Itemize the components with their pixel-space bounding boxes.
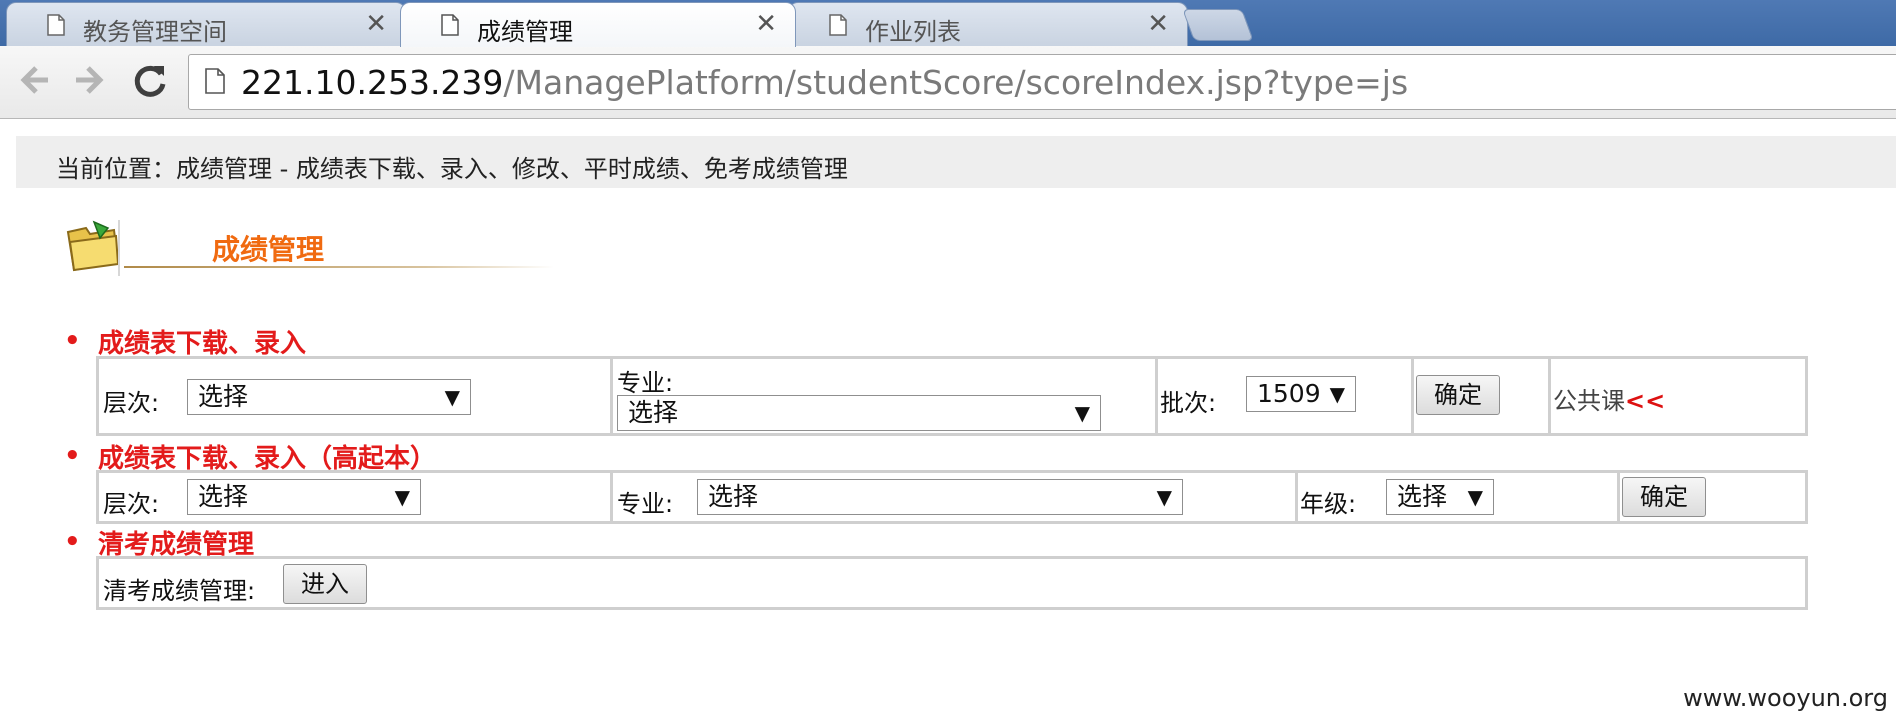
qingkao-form-table: 清考成绩管理: 进入 xyxy=(96,556,1808,610)
major-cell: 专业: 选择 ▼ xyxy=(613,473,1298,521)
close-icon[interactable]: ✕ xyxy=(755,11,777,37)
url-host: 221.10.253.239 xyxy=(241,63,504,102)
title-underline xyxy=(124,266,554,268)
close-icon[interactable]: ✕ xyxy=(1147,11,1169,37)
batch-select[interactable]: 1509 ▼ xyxy=(1246,376,1356,412)
major-select[interactable]: 选择 ▼ xyxy=(697,479,1183,515)
level-label: 层次: xyxy=(103,389,160,417)
major-select-value: 选择 xyxy=(628,398,679,427)
bullet: • xyxy=(64,441,81,471)
tab-label: 教务管理空间 xyxy=(83,18,227,46)
dropdown-arrow-icon: ▼ xyxy=(1156,485,1172,509)
public-course-label: 公共课 xyxy=(1553,387,1625,415)
major-cell: 专业: 选择 ▼ xyxy=(613,359,1158,433)
browser-tab-strip: 教务管理空间 ✕ 作业列表 ✕ 成绩管理 ✕ xyxy=(0,0,1896,47)
grade-select[interactable]: 选择 ▼ xyxy=(1386,479,1494,515)
enter-button[interactable]: 进入 xyxy=(283,564,367,604)
bullet: • xyxy=(64,326,81,356)
level-cell: 层次: 选择 ▼ xyxy=(99,473,613,521)
level-select-value: 选择 xyxy=(198,482,249,511)
page-title: 成绩管理 xyxy=(212,233,325,266)
breadcrumb-bar: 当前位置：成绩管理 - 成绩表下载、录入、修改、平时成绩、免考成绩管理 xyxy=(16,136,1896,188)
grade-select-value: 选择 xyxy=(1397,482,1448,511)
folder-icon xyxy=(66,220,120,272)
level-cell: 层次: 选择 ▼ xyxy=(99,359,613,433)
double-chevron-icon: << xyxy=(1625,387,1666,415)
tab-zuoye[interactable]: 作业列表 ✕ xyxy=(788,2,1188,46)
confirm-cell: 确定 xyxy=(1620,473,1805,521)
reload-icon[interactable] xyxy=(130,60,170,100)
tab-jiaowu[interactable]: 教务管理空间 ✕ xyxy=(6,2,406,46)
title-divider xyxy=(118,220,120,276)
bullet: • xyxy=(64,527,81,557)
tab-label: 作业列表 xyxy=(865,18,961,46)
tab-chengji[interactable]: 成绩管理 ✕ xyxy=(400,2,796,47)
public-course-link[interactable]: 公共课<< xyxy=(1553,381,1665,416)
dropdown-arrow-icon: ▼ xyxy=(1467,485,1483,509)
qingkao-label: 清考成绩管理: xyxy=(103,577,256,605)
download-gaoqiben-form-table: 层次: 选择 ▼ 专业: 选择 ▼ 年级: 选择 ▼ 确定 xyxy=(96,470,1808,524)
grade-cell: 年级: 选择 ▼ xyxy=(1298,473,1620,521)
confirm-cell: 确定 xyxy=(1414,359,1551,433)
public-course-cell: 公共课<< xyxy=(1551,359,1805,433)
document-icon xyxy=(829,14,847,36)
browser-toolbar: 221.10.253.239/ManagePlatform/studentSco… xyxy=(0,46,1896,119)
level-select-value: 选择 xyxy=(198,382,249,411)
dropdown-arrow-icon: ▼ xyxy=(444,385,460,409)
url-text: 221.10.253.239/ManagePlatform/studentSco… xyxy=(241,63,1408,102)
major-label: 专业: xyxy=(617,490,674,518)
batch-select-value: 1509 xyxy=(1257,379,1321,408)
dropdown-arrow-icon: ▼ xyxy=(394,485,410,509)
dropdown-arrow-icon: ▼ xyxy=(1074,401,1090,425)
level-label: 层次: xyxy=(103,490,160,518)
batch-label: 批次: xyxy=(1160,389,1217,417)
document-icon xyxy=(47,14,65,36)
watermark: www.wooyun.org xyxy=(1683,684,1888,712)
url-path: /ManagePlatform/studentScore/scoreIndex.… xyxy=(503,63,1409,102)
download-form-table: 层次: 选择 ▼ 专业: 选择 ▼ 批次: 1509 ▼ 确定 公共课<< xyxy=(96,356,1808,436)
major-select-value: 选择 xyxy=(708,482,759,511)
address-bar[interactable]: 221.10.253.239/ManagePlatform/studentSco… xyxy=(188,54,1896,110)
major-label: 专业: xyxy=(617,369,674,397)
document-icon xyxy=(441,14,459,36)
new-tab-button[interactable] xyxy=(1182,9,1254,41)
forward-arrow-icon[interactable] xyxy=(70,60,110,100)
confirm-button[interactable]: 确定 xyxy=(1416,375,1500,415)
major-select[interactable]: 选择 ▼ xyxy=(617,395,1101,431)
level-select[interactable]: 选择 ▼ xyxy=(187,479,421,515)
breadcrumb: 当前位置：成绩管理 - 成绩表下载、录入、修改、平时成绩、免考成绩管理 xyxy=(56,155,848,183)
close-icon[interactable]: ✕ xyxy=(365,11,387,37)
batch-cell: 批次: 1509 ▼ xyxy=(1158,359,1414,433)
document-icon xyxy=(205,68,225,94)
back-arrow-icon[interactable] xyxy=(14,60,54,100)
grade-label: 年级: xyxy=(1300,490,1357,518)
dropdown-arrow-icon: ▼ xyxy=(1329,382,1345,406)
section-title-download: 成绩表下载、录入 xyxy=(98,329,307,359)
confirm-button[interactable]: 确定 xyxy=(1622,477,1706,517)
level-select[interactable]: 选择 ▼ xyxy=(187,379,471,415)
tab-label: 成绩管理 xyxy=(477,18,573,46)
